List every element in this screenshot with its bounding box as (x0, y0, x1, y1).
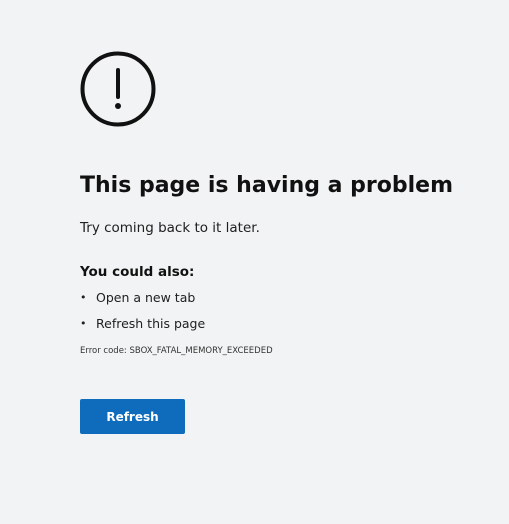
suggestions-heading: You could also: (80, 264, 195, 280)
error-page: This page is having a problem Try coming… (0, 0, 509, 524)
page-subtitle: Try coming back to it later. (80, 220, 260, 236)
error-code: Error code: SBOX_FATAL_MEMORY_EXCEEDED (80, 346, 273, 356)
list-item: • Refresh this page (80, 315, 500, 333)
list-item: • Open a new tab (80, 289, 500, 307)
bullet-icon: • (80, 291, 87, 304)
page-title: This page is having a problem (80, 173, 453, 198)
suggestion-open-new-tab: Open a new tab (96, 290, 196, 305)
error-content: This page is having a problem Try coming… (80, 51, 500, 434)
suggestions-list: • Open a new tab • Refresh this page (80, 289, 500, 333)
refresh-button[interactable]: Refresh (80, 399, 185, 434)
bullet-icon: • (80, 317, 87, 330)
exclamation-circle-icon (80, 51, 156, 127)
suggestion-refresh-page: Refresh this page (96, 316, 206, 331)
